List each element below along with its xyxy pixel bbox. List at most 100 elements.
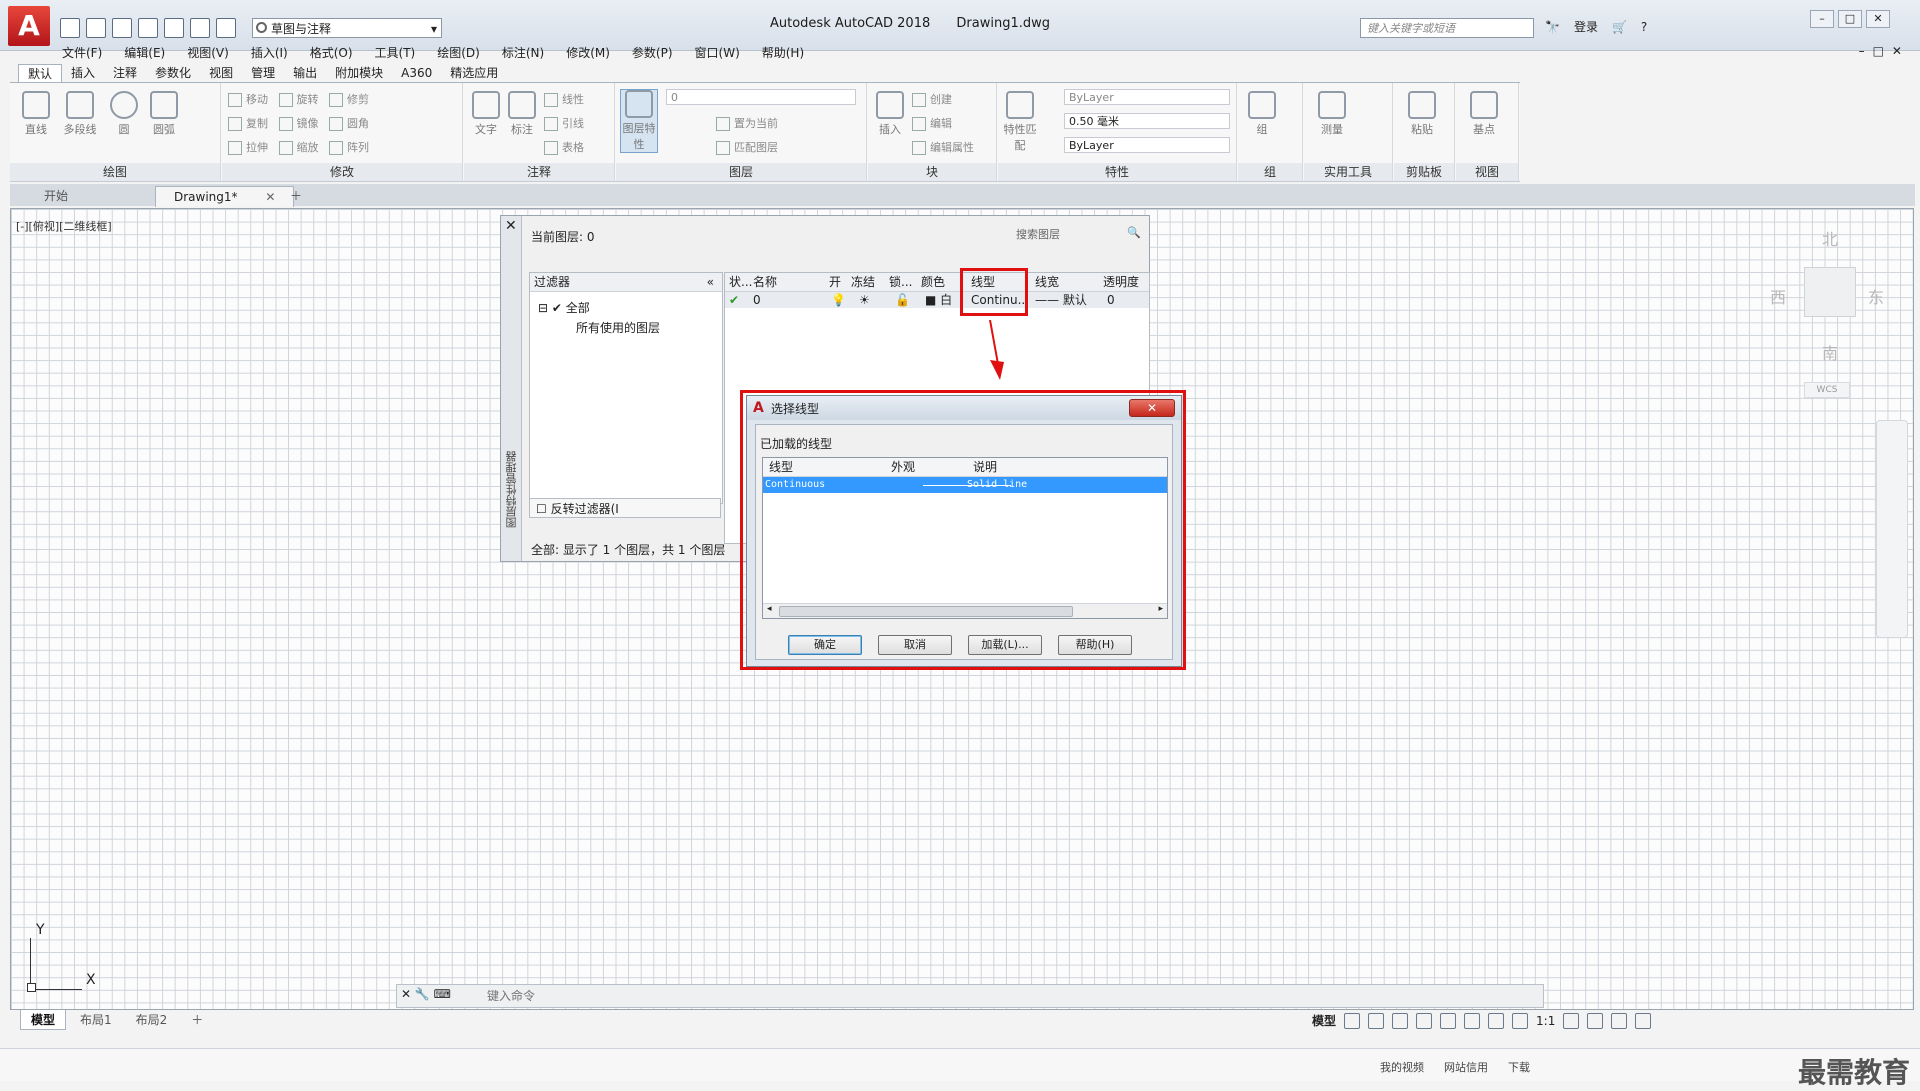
base-point-tool[interactable]: 基点 [1464,91,1504,137]
help-button[interactable]: 帮助(H) [1058,635,1132,655]
dialog-close-button[interactable]: ✕ [1129,399,1175,417]
arc-tool[interactable]: 圆弧 [146,91,182,137]
collapse-icon[interactable]: « [707,273,714,291]
grid-icon[interactable] [1344,1012,1361,1029]
scroll-right-icon[interactable]: ▸ [1158,604,1163,614]
annotation-scale[interactable]: 1:1 [1536,1014,1555,1028]
table-button[interactable]: 表格 [544,139,584,155]
mirror-button[interactable]: 镜像 [278,117,319,131]
group-title-group[interactable]: 组 [1238,163,1302,181]
binoculars-icon[interactable]: 🔭 [1545,20,1560,34]
viewcube-north[interactable]: 北 [1822,226,1838,250]
otrack-icon[interactable] [1464,1012,1481,1029]
horizontal-scrollbar[interactable]: ◂ ▸ [763,603,1167,618]
group-title-layers[interactable]: 图层 [616,163,866,181]
viewcube-south[interactable]: 南 [1822,340,1838,364]
menu-modify[interactable]: 修改(M) [566,43,610,63]
line-tool[interactable]: 直线 [18,91,54,137]
match-layer-button[interactable]: 匹配图层 [716,139,778,155]
menu-insert[interactable]: 插入(I) [251,43,288,63]
my-videos-link[interactable]: 我的视频 [1380,1059,1424,1075]
move-button[interactable]: 移动 [228,93,268,107]
menu-tools[interactable]: 工具(T) [375,43,416,63]
trim-button[interactable]: 修剪 [329,93,369,107]
edit-attributes-button[interactable]: 编辑属性 [912,139,974,155]
lineweight-icon[interactable] [1488,1012,1505,1029]
new-tab-button[interactable]: ＋ [282,186,310,206]
maximize-button[interactable]: □ [1838,10,1862,28]
minimize-button[interactable]: – [1810,10,1834,28]
scroll-left-icon[interactable]: ◂ [767,604,772,614]
help-icon[interactable]: ? [1641,20,1647,34]
lineweight-combo[interactable]: 0.50 毫米 [1064,113,1230,129]
viewcube-east[interactable]: 东 [1868,284,1884,308]
lock-icon[interactable]: 🔓 [895,292,910,308]
palette-close-icon[interactable]: ✕ [505,218,517,234]
new-file-icon[interactable] [60,18,80,38]
measure-tool[interactable]: 测量 [1312,91,1352,137]
viewcube[interactable]: 北 西 东 南 WCS [1770,222,1890,402]
cart-icon[interactable]: 🛒 [1612,20,1627,34]
dialog-titlebar[interactable]: A 选择线型 ✕ [747,396,1181,420]
col-color[interactable]: 颜色 [921,273,945,291]
col-freeze[interactable]: 冻结 [851,273,875,291]
viewcube-top-face[interactable] [1804,267,1856,317]
menu-parametric[interactable]: 参数(P) [632,43,673,63]
scale-button[interactable]: 缩放 [278,141,319,155]
group-title-modify[interactable]: 修改 [222,163,462,181]
viewcube-west[interactable]: 西 [1770,284,1786,308]
tab-drawing1[interactable]: Drawing1* ✕ [155,186,295,207]
tab-manage[interactable]: 管理 [242,64,284,82]
document-window-controls[interactable]: –□✕ [1859,44,1910,58]
redo-icon[interactable] [216,18,236,38]
help-search-input[interactable]: 键入关键字或短语 [1360,18,1534,38]
insert-block-tool[interactable]: 插入 [872,91,908,137]
col-description[interactable]: 说明 [973,458,997,476]
tab-addins[interactable]: 附加模块 [326,64,392,82]
tab-a360[interactable]: A360 [392,64,441,82]
fullscreen-icon[interactable] [1611,1012,1628,1029]
menu-file[interactable]: 文件(F) [62,43,102,63]
menu-window[interactable]: 窗口(W) [695,43,740,63]
col-lock[interactable]: 锁... [889,273,912,291]
open-file-icon[interactable] [86,18,106,38]
annotation-icon[interactable] [1512,1012,1529,1029]
close-tab-icon[interactable]: ✕ [265,190,275,204]
menu-dimension[interactable]: 标注(N) [502,43,544,63]
add-layout-button[interactable]: ＋ [181,1010,213,1030]
menu-edit[interactable]: 编辑(E) [124,43,165,63]
menu-help[interactable]: 帮助(H) [762,43,804,63]
tab-default[interactable]: 默认 [18,64,63,82]
linear-button[interactable]: 线性 [544,91,584,107]
tab-model[interactable]: 模型 [20,1010,67,1030]
paste-tool[interactable]: 粘贴 [1402,91,1442,137]
linetype-row-continuous[interactable]: Continuous Solid line [763,477,1167,493]
group-title-block[interactable]: 块 [868,163,996,181]
bulb-icon[interactable]: 💡 [831,292,846,308]
cancel-button[interactable]: 取消 [878,635,952,655]
copy-button[interactable]: 复制 [228,117,268,131]
menu-draw[interactable]: 绘图(D) [437,43,480,63]
app-menu-button[interactable]: A [8,6,50,46]
edit-block-button[interactable]: 编辑 [912,115,952,131]
group-title-clipboard[interactable]: 剪贴板 [1394,163,1454,181]
polar-icon[interactable] [1416,1012,1433,1029]
print-icon[interactable] [164,18,184,38]
scrollbar-thumb[interactable] [779,606,1073,617]
fillet-button[interactable]: 圆角 [329,117,369,131]
tab-insert[interactable]: 插入 [62,64,104,82]
tab-view[interactable]: 视图 [200,64,242,82]
ortho-icon[interactable] [1392,1012,1409,1029]
settings-gear-icon[interactable] [1563,1012,1580,1029]
col-name[interactable]: 名称 [753,273,777,291]
tab-featured-apps[interactable]: 精选应用 [441,64,507,82]
group-title-utilities[interactable]: 实用工具 [1304,163,1392,181]
invert-filter-checkbox[interactable]: ☐ 反转过滤器(I [529,498,721,518]
col-transparency[interactable]: 透明度 [1103,273,1139,291]
tree-item-all[interactable]: ⊟ ✔ 全部 [538,299,590,316]
site-credit-link[interactable]: 网站信用 [1444,1059,1488,1075]
isolate-icon[interactable] [1587,1012,1604,1029]
tab-annotate[interactable]: 注释 [104,64,146,82]
wcs-menu[interactable]: WCS [1804,382,1850,398]
col-on[interactable]: 开 [829,273,841,291]
